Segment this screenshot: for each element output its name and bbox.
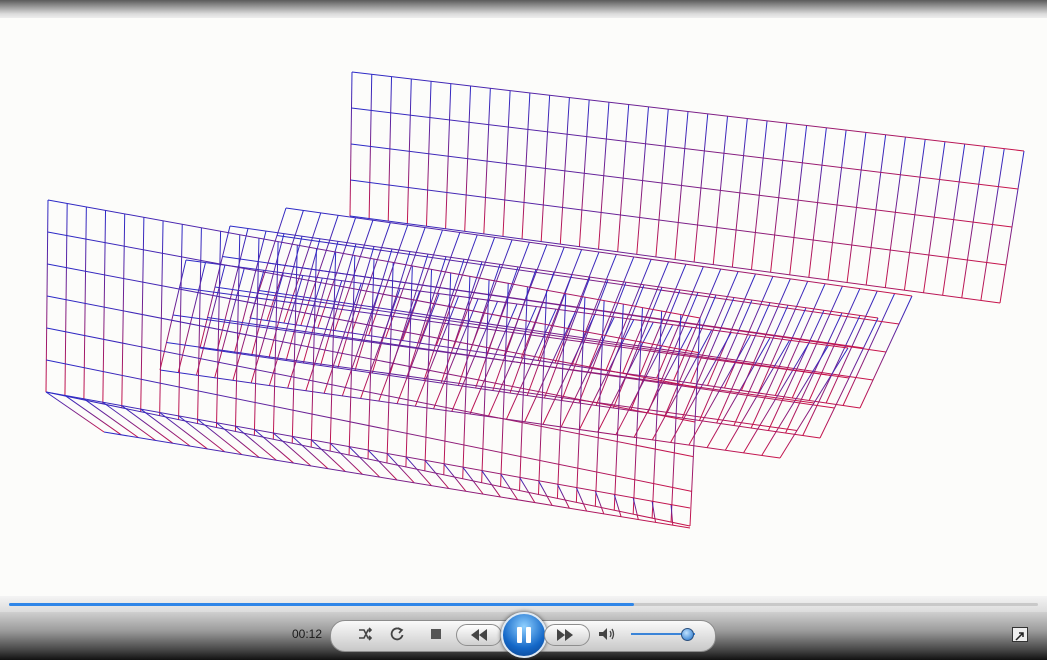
- video-viewport[interactable]: [0, 18, 1047, 596]
- repeat-button[interactable]: [386, 624, 408, 644]
- previous-button[interactable]: [456, 624, 502, 646]
- pause-button[interactable]: [501, 612, 547, 658]
- wireframe-render: [45, 71, 1025, 529]
- fullscreen-icon: [1015, 632, 1024, 641]
- title-bar: [0, 0, 1047, 20]
- next-button[interactable]: [544, 624, 590, 646]
- fullscreen-button[interactable]: [1012, 627, 1028, 642]
- shuffle-icon: [359, 627, 373, 641]
- seek-bar[interactable]: [0, 596, 1047, 612]
- elapsed-time: 00:12: [292, 627, 323, 641]
- rewind-icon: [471, 629, 487, 641]
- player-controls: 00:12: [0, 612, 1047, 660]
- shuffle-button[interactable]: [354, 624, 376, 644]
- wireframe-sheet: [199, 225, 879, 439]
- pause-icon: [515, 627, 533, 643]
- repeat-icon: [390, 627, 404, 641]
- speaker-icon: [599, 628, 615, 640]
- stop-icon: [431, 629, 441, 639]
- wireframe-sheet: [349, 71, 1025, 304]
- stop-button[interactable]: [426, 624, 446, 644]
- mute-button[interactable]: [596, 624, 618, 644]
- fast-forward-icon: [557, 629, 573, 641]
- seek-track[interactable]: [9, 603, 1038, 606]
- seek-progress: [9, 603, 634, 606]
